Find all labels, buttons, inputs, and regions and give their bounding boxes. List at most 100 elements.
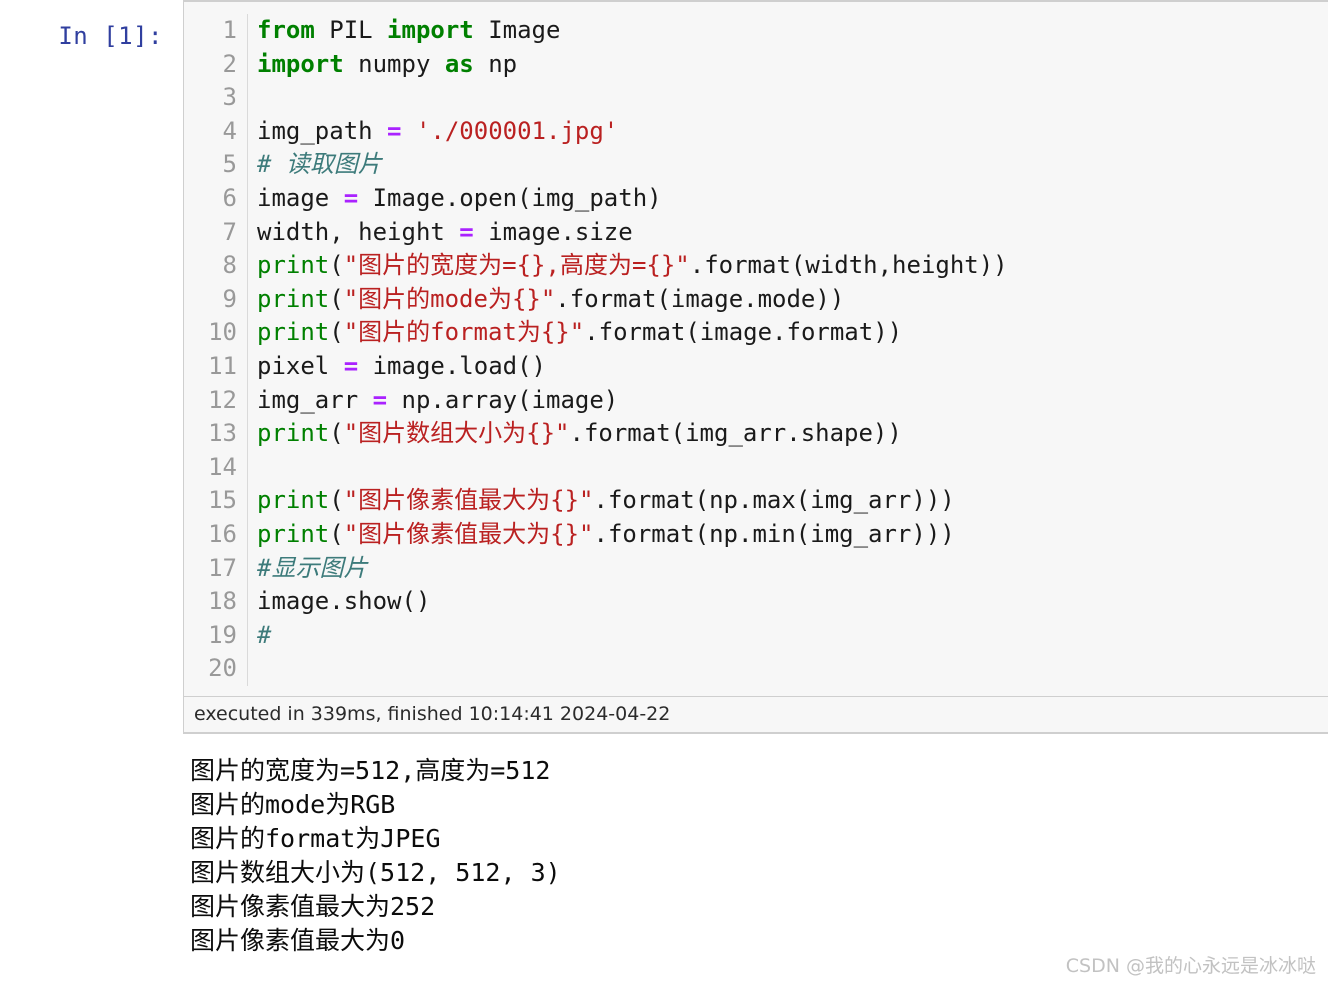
code-token: print xyxy=(257,519,330,548)
code-token: print xyxy=(257,419,330,448)
line-number: 13 xyxy=(208,419,237,448)
code-token: print xyxy=(257,318,330,347)
code-token: image.show() xyxy=(257,587,431,616)
code-line[interactable]: print("图片的format为{}".format(image.format… xyxy=(257,316,1328,350)
code-line[interactable]: from PIL import Image xyxy=(257,14,1328,48)
code-line[interactable]: print("图片的mode为{}".format(image.mode)) xyxy=(257,283,1328,317)
output-line: 图片的宽度为=512,高度为=512 xyxy=(190,755,551,785)
code-token: "图片数组大小为{}" xyxy=(343,419,570,448)
code-token: as xyxy=(444,49,474,78)
code-editor[interactable]: 1 2 3 4 5 6 7 8 9 10 11 12 13 14 15 16 17 18 19 20 from PIL… xyxy=(184,2,1328,696)
line-number: 17 xyxy=(208,553,237,582)
code-cell: In [1]: 1 2 3 4 5 6 7 8 9 10 11 12 13 14 15 16 17 18 19 20 … xyxy=(0,0,1328,734)
code-token: # xyxy=(257,620,272,649)
code-token: image xyxy=(257,183,344,212)
code-line[interactable]: img_arr = np.array(image) xyxy=(257,384,1328,418)
code-token: #显示图片 xyxy=(257,553,368,582)
code-line[interactable]: # xyxy=(257,619,1328,653)
line-number: 8 xyxy=(222,251,237,280)
code-token: ( xyxy=(329,251,344,280)
code-line[interactable]: image = Image.open(img_path) xyxy=(257,182,1328,216)
execution-count-prompt: In [1]: xyxy=(58,22,163,50)
code-token: .format(width,height)) xyxy=(689,251,1008,280)
line-number: 12 xyxy=(208,385,237,414)
code-token: numpy xyxy=(343,49,445,78)
code-token: = xyxy=(459,217,474,246)
code-token: .format(image.mode)) xyxy=(555,284,845,313)
code-line[interactable]: print("图片的宽度为={},高度为={}".format(width,he… xyxy=(257,249,1328,283)
line-number: 16 xyxy=(208,519,237,548)
code-token: from xyxy=(257,16,315,44)
line-number: 15 xyxy=(208,486,237,515)
line-number: 6 xyxy=(222,183,237,212)
code-token: np.array(image) xyxy=(387,385,619,414)
code-token: print xyxy=(257,251,330,280)
code-token: ( xyxy=(329,486,344,515)
code-token: .format(img_arr.shape)) xyxy=(569,419,902,448)
code-token: = xyxy=(343,351,359,380)
code-token: = xyxy=(387,116,402,145)
code-token: ( xyxy=(329,284,344,313)
line-number: 5 xyxy=(222,150,237,179)
code-token: image.load() xyxy=(358,351,546,380)
code-token: = xyxy=(343,183,359,212)
cell-input-area[interactable]: 1 2 3 4 5 6 7 8 9 10 11 12 13 14 15 16 17 18 19 20 from PIL… xyxy=(183,0,1328,734)
output-line: 图片的format为JPEG xyxy=(190,823,441,853)
code-token: "图片的format为{}" xyxy=(343,318,585,347)
line-number: 3 xyxy=(222,83,237,112)
code-line[interactable] xyxy=(257,451,1328,485)
line-number: 7 xyxy=(222,217,237,246)
code-line[interactable]: #显示图片 xyxy=(257,552,1328,586)
code-line[interactable]: print("图片数组大小为{}".format(img_arr.shape)) xyxy=(257,417,1328,451)
code-token: PIL xyxy=(314,16,388,44)
code-line[interactable]: pixel = image.load() xyxy=(257,350,1328,384)
code-token: pixel xyxy=(257,351,344,380)
line-number: 20 xyxy=(208,654,237,683)
code-token: image.size xyxy=(473,217,633,246)
code-line[interactable]: print("图片像素值最大为{}".format(np.max(img_arr… xyxy=(257,484,1328,518)
source-code[interactable]: from PIL import Image import numpy as np … xyxy=(248,14,1328,686)
code-token: print xyxy=(257,486,330,515)
code-token: ( xyxy=(329,519,344,548)
code-line[interactable]: width, height = image.size xyxy=(257,216,1328,250)
csdn-watermark: CSDN @我的心永远是冰冰哒 xyxy=(1065,955,1316,977)
output-line: 图片像素值最大为252 xyxy=(190,891,436,921)
line-number: 1 xyxy=(222,16,237,44)
code-token: .format(image.format)) xyxy=(584,318,903,347)
code-token: Image.open(img_path) xyxy=(358,183,662,212)
code-token: # 读取图片 xyxy=(257,150,382,179)
execution-info-bar: executed in 339ms, finished 10:14:41 202… xyxy=(184,695,1328,734)
line-number-gutter: 1 2 3 4 5 6 7 8 9 10 11 12 13 14 15 16 17 18 19 20 xyxy=(184,14,248,686)
code-token: width, height xyxy=(257,217,460,246)
line-number: 9 xyxy=(222,284,237,313)
output-line: 图片数组大小为(512, 512, 3) xyxy=(190,857,561,887)
code-line[interactable]: # 读取图片 xyxy=(257,148,1328,182)
code-token: = xyxy=(372,385,388,414)
code-line[interactable]: print("图片像素值最大为{}".format(np.min(img_arr… xyxy=(257,518,1328,552)
cell-output-row: 图片的宽度为=512,高度为=512 图片的mode为RGB 图片的format为J… xyxy=(0,734,1328,958)
code-token: "图片像素值最大为{}" xyxy=(343,486,594,515)
code-token: "图片的mode为{}" xyxy=(343,284,556,313)
output-prompt-spacer xyxy=(0,734,183,958)
code-token: ( xyxy=(329,318,344,347)
line-number: 10 xyxy=(208,318,237,347)
notebook-cell: In [1]: 1 2 3 4 5 6 7 8 9 10 11 12 13 14 15 16 17 18 19 20 … xyxy=(0,0,1328,958)
line-number: 18 xyxy=(208,587,237,616)
code-token: Image xyxy=(473,16,561,44)
code-line[interactable]: image.show() xyxy=(257,585,1328,619)
line-number: 4 xyxy=(222,116,237,145)
code-line[interactable]: img_path = './000001.jpg' xyxy=(257,115,1328,149)
line-number: 2 xyxy=(222,49,237,78)
code-token: import xyxy=(257,49,344,78)
code-line[interactable] xyxy=(257,81,1328,115)
code-token: "图片的宽度为={},高度为={}" xyxy=(343,251,690,280)
output-line: 图片的mode为RGB xyxy=(190,789,396,819)
code-token: print xyxy=(257,284,330,313)
code-token: import xyxy=(387,16,474,44)
code-line[interactable] xyxy=(257,652,1328,686)
code-token: ( xyxy=(329,419,344,448)
code-line[interactable]: import numpy as np xyxy=(257,48,1328,82)
code-token: img_arr xyxy=(257,385,373,414)
line-number: 19 xyxy=(208,620,237,649)
